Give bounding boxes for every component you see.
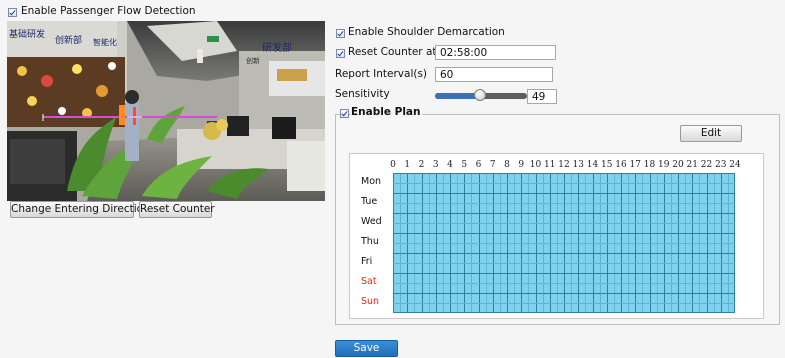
day-label-wed: Wed [361, 216, 382, 227]
wall-sign-1: 基础研发 [9, 28, 45, 40]
day-label-thu: Thu [361, 236, 379, 247]
reset-counter-button[interactable]: Reset Counter [139, 201, 215, 218]
wall-sign-5: 创新 [246, 56, 260, 65]
day-label-sun: Sun [361, 296, 380, 307]
reset-counter-at-checkbox[interactable] [336, 49, 345, 58]
shoulder-demarcation-checkbox[interactable] [336, 29, 345, 38]
sensitivity-value-input[interactable]: 49 [527, 89, 557, 104]
enable-plan-label: Enable Plan [351, 106, 423, 118]
wall-sign-2: 创新部 [55, 34, 82, 46]
save-button[interactable]: Save [335, 340, 398, 357]
grid-row-line [393, 193, 735, 194]
wall-sign-3: 智能化 [93, 37, 117, 47]
grid-row-line [393, 183, 735, 184]
grid-row-line [393, 312, 735, 313]
shoulder-demarcation-label: Enable Shoulder Demarcation [348, 26, 505, 38]
grid-row-line [393, 283, 735, 284]
grid-row-line [393, 273, 735, 274]
report-interval-label: Report Interval(s) [335, 68, 428, 80]
grid-row-line [393, 223, 735, 224]
day-label-sat: Sat [361, 276, 377, 287]
edit-plan-button[interactable]: Edit [680, 125, 742, 142]
sensitivity-label: Sensitivity [335, 88, 390, 100]
grid-row-line [393, 263, 735, 264]
grid-row-line [393, 293, 735, 294]
day-label-tue: Tue [361, 196, 378, 207]
reset-counter-at-label: Reset Counter at [348, 46, 437, 58]
sensitivity-slider-thumb[interactable] [474, 89, 486, 101]
grid-row-line [393, 233, 735, 234]
grid-row-line [393, 203, 735, 204]
grid-row-line [393, 173, 735, 174]
camera-preview[interactable]: 基础研发 创新部 智能化 研发部 创新 [7, 21, 325, 201]
change-entering-direction-button[interactable]: Change Entering Direction [10, 201, 150, 218]
schedule-grid[interactable] [393, 173, 735, 313]
enable-plan-checkbox[interactable] [340, 109, 349, 118]
grid-row-line [393, 243, 735, 244]
hour-label: 24 [729, 160, 741, 170]
grid-row-line [393, 253, 735, 254]
grid-row-line [393, 303, 735, 304]
enable-detection-checkbox[interactable] [8, 8, 17, 17]
camera-scene-image: 基础研发 创新部 智能化 研发部 创新 [7, 21, 325, 201]
wall-sign-4: 研发部 [262, 41, 292, 54]
reset-time-input[interactable]: 02:58:00 [435, 45, 556, 60]
grid-row-line [393, 213, 735, 214]
enable-detection-label: Enable Passenger Flow Detection [21, 5, 196, 17]
day-label-fri: Fri [361, 256, 373, 267]
report-interval-input[interactable]: 60 [435, 67, 553, 82]
day-label-mon: Mon [361, 176, 382, 187]
